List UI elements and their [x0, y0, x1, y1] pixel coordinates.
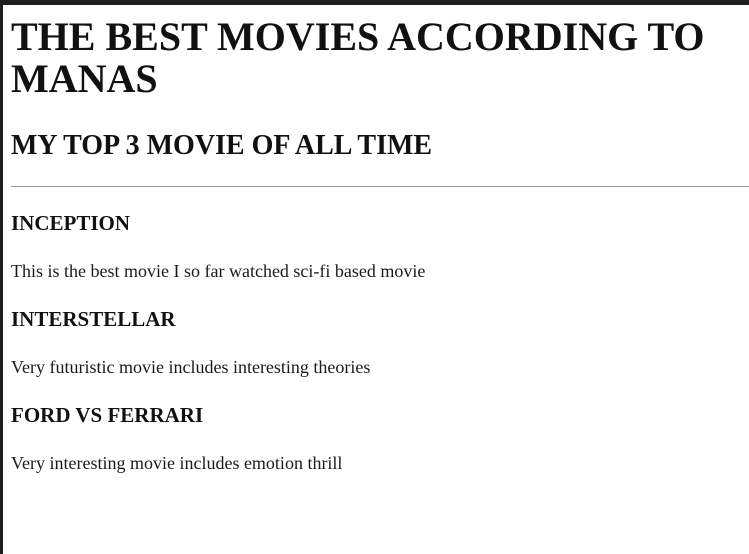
- divider: [11, 186, 749, 187]
- movie-item-inception: INCEPTION This is the best movie I so fa…: [11, 211, 749, 282]
- movie-description: This is the best movie I so far watched …: [11, 261, 426, 281]
- movie-list: INCEPTION This is the best movie I so fa…: [11, 211, 749, 474]
- page-content: THE BEST MOVIES ACCORDING TO MANAS MY TO…: [11, 5, 749, 474]
- movie-title: FORD VS FERRARI: [11, 403, 204, 427]
- movie-description: Very futuristic movie includes interesti…: [11, 357, 371, 377]
- movie-item-ford-vs-ferrari: FORD VS FERRARI Very interesting movie i…: [11, 403, 749, 474]
- movie-description: Very interesting movie includes emotion …: [11, 453, 343, 473]
- movie-title: INTERSTELLAR: [11, 307, 176, 331]
- window-left-border: [0, 0, 3, 554]
- page-subtitle: MY TOP 3 MOVIE OF ALL TIME: [11, 130, 433, 161]
- movie-item-interstellar: INTERSTELLAR Very futuristic movie inclu…: [11, 307, 749, 378]
- movie-title: INCEPTION: [11, 211, 131, 235]
- page-title: THE BEST MOVIES ACCORDING TO MANAS: [11, 14, 705, 101]
